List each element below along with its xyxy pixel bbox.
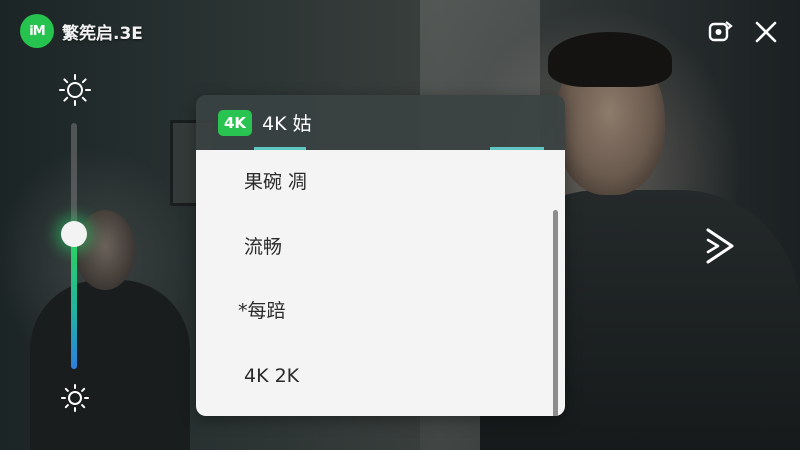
video-player[interactable]: iM 繁筅启.3E 4K 4K 姑 果碗 凋 流畅 *每踣 4K 2K — [0, 0, 800, 450]
logo-text: 繁筅启.3E — [62, 23, 143, 44]
play-icon[interactable] — [700, 224, 740, 268]
quality-panel-header: 4K 4K 姑 — [196, 95, 565, 150]
4k-badge: 4K — [218, 109, 252, 136]
brightness-slider-fill — [71, 234, 77, 369]
quality-list-scrollbar[interactable] — [553, 210, 558, 416]
video-frame-left-figure-body — [30, 280, 190, 450]
quality-panel-title: 4K 姑 — [262, 113, 312, 135]
brightness-slider-knob[interactable] — [61, 221, 87, 247]
video-frame-right-figure-head — [555, 45, 665, 195]
app-logo: iM 繁筅启.3E — [20, 14, 143, 48]
screen-rotate-icon[interactable] — [706, 18, 734, 46]
quality-option[interactable]: 果碗 凋 — [244, 162, 307, 202]
video-frame-left-figure-head — [75, 210, 135, 290]
brightness-max-sun-icon — [58, 73, 92, 107]
brightness-min-sun-icon — [58, 381, 92, 415]
quality-option[interactable]: 流畅 — [244, 227, 282, 267]
quality-option[interactable]: 4K 2K — [244, 356, 299, 396]
video-frame-right-figure-hair — [548, 32, 672, 87]
close-icon[interactable] — [752, 18, 780, 46]
quality-options-list: 果碗 凋 流畅 *每踣 4K 2K — [196, 150, 565, 416]
logo-badge: iM — [20, 14, 54, 48]
quality-panel: 4K 4K 姑 果碗 凋 流畅 *每踣 4K 2K — [196, 95, 565, 416]
quality-option[interactable]: *每踣 — [238, 291, 286, 331]
